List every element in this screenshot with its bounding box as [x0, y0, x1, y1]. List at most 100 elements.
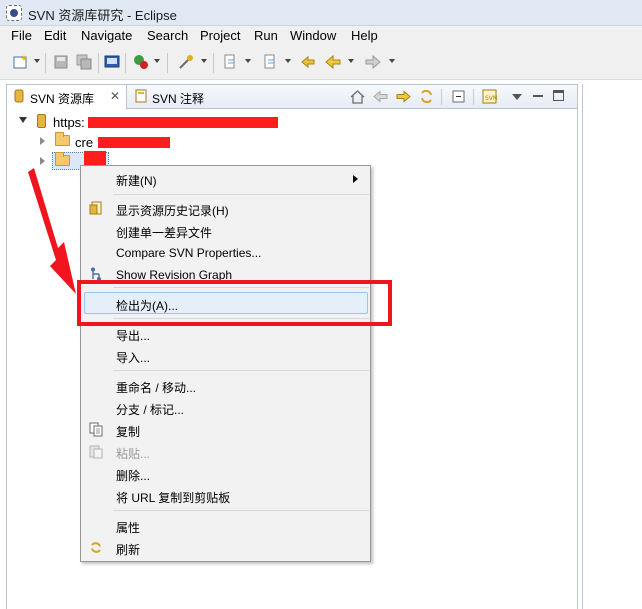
menu-item-label: 粘贴... [116, 447, 151, 461]
menu-item-rename-move[interactable]: 重命名 / 移动... [81, 375, 370, 397]
svn-repository-icon [37, 114, 46, 128]
new-icon[interactable] [13, 54, 29, 70]
refresh-icon[interactable] [419, 89, 434, 104]
forward-icon[interactable] [396, 89, 411, 104]
menu-item-copy[interactable]: 复制 [81, 419, 370, 441]
svn-annotate-icon [135, 89, 147, 103]
toolbar-separator [98, 53, 99, 73]
history-icon [89, 201, 102, 215]
view-toolbar-separator [473, 89, 474, 105]
back-dropdown-arrow-icon[interactable] [348, 59, 354, 63]
next-annotation-dropdown-arrow-icon[interactable] [245, 59, 251, 63]
menu-item-label: 创建单一差异文件 [116, 226, 213, 240]
external-tools-icon[interactable] [178, 54, 194, 70]
context-menu: 新建(N) 显示资源历史记录(H) 创建单一差异文件 Compare SVN P… [80, 165, 371, 562]
forward-icon[interactable] [365, 54, 381, 70]
view-toolbar-separator [441, 89, 442, 105]
annotation-highlight-box [77, 280, 392, 326]
redaction-mark [98, 137, 170, 148]
next-annotation-icon[interactable] [222, 54, 238, 70]
editor-area [582, 84, 642, 609]
submenu-arrow-icon [353, 175, 358, 183]
tree-item-repository-root[interactable]: https: [15, 112, 315, 132]
new-dropdown-arrow-icon[interactable] [34, 59, 40, 63]
menu-item-paste: 粘贴... [81, 441, 370, 463]
copy-icon [89, 422, 103, 437]
expand-toggle-icon[interactable] [40, 157, 45, 165]
minimize-icon[interactable] [533, 95, 543, 97]
menu-item-label: 导入... [116, 351, 151, 365]
menu-item-label: 分支 / 标记... [116, 403, 185, 417]
redaction-mark [88, 117, 278, 128]
tab-svn-annotate[interactable]: SVN 注释 [128, 85, 218, 109]
view-menu-icon[interactable] [512, 94, 522, 100]
back-icon[interactable] [373, 89, 388, 104]
debug-icon[interactable] [133, 54, 149, 70]
menu-edit[interactable]: Edit [44, 28, 66, 43]
tab-label: SVN 资源库 [30, 92, 95, 106]
menu-separator [113, 510, 369, 511]
menu-item-create-patch[interactable]: 创建单一差异文件 [81, 220, 370, 242]
save-all-icon[interactable] [76, 54, 92, 70]
last-edit-location-icon[interactable] [300, 54, 316, 70]
menu-item-label: 属性 [116, 521, 141, 535]
menu-item-label: 删除... [116, 469, 151, 483]
main-toolbar [0, 46, 642, 80]
menu-search[interactable]: Search [147, 28, 188, 43]
menu-item-copy-url[interactable]: 将 URL 复制到剪贴板 [81, 485, 370, 507]
save-icon[interactable] [53, 54, 69, 70]
back-icon[interactable] [325, 54, 341, 70]
menu-navigate[interactable]: Navigate [81, 28, 132, 43]
previous-annotation-dropdown-arrow-icon[interactable] [285, 59, 291, 63]
menu-run[interactable]: Run [254, 28, 278, 43]
tree-item-label: https: [53, 115, 85, 130]
tab-svn-repositories[interactable]: SVN 资源库 ✕ [7, 85, 127, 110]
menu-item-compare-svn-properties[interactable]: Compare SVN Properties... [81, 242, 370, 264]
menu-item-label: 显示资源历史记录(H) [116, 204, 229, 218]
title-bar: SVN 资源库研究 - Eclipse [0, 0, 642, 26]
eclipse-app-icon [6, 5, 22, 21]
menu-item-label: 刷新 [116, 543, 141, 557]
toolbar-separator [125, 53, 126, 73]
close-icon[interactable]: ✕ [110, 89, 120, 103]
menu-file[interactable]: File [11, 28, 32, 43]
menu-help[interactable]: Help [351, 28, 378, 43]
tree-item-label: cre [75, 135, 94, 150]
paste-icon [89, 445, 103, 459]
menu-item-label: 导出... [116, 329, 151, 343]
menu-item-export[interactable]: 导出... [81, 323, 370, 345]
debug-dropdown-arrow-icon[interactable] [154, 59, 160, 63]
menu-item-label: 复制 [116, 425, 141, 439]
external-tools-dropdown-arrow-icon[interactable] [201, 59, 207, 63]
menu-item-new[interactable]: 新建(N) [81, 168, 370, 190]
home-icon[interactable] [350, 89, 365, 104]
expand-toggle-icon[interactable] [19, 117, 27, 123]
expand-toggle-icon[interactable] [40, 137, 45, 145]
menu-item-branch-tag[interactable]: 分支 / 标记... [81, 397, 370, 419]
tab-label: SVN 注释 [152, 92, 205, 106]
menu-project[interactable]: Project [200, 28, 240, 43]
svn-repository-icon [14, 89, 24, 103]
window-title: SVN 资源库研究 - Eclipse [28, 8, 177, 23]
menu-window[interactable]: Window [290, 28, 336, 43]
menu-item-delete[interactable]: 删除... [81, 463, 370, 485]
toolbar-separator [45, 53, 46, 73]
folder-icon [55, 152, 70, 166]
collapse-all-icon[interactable] [451, 89, 466, 104]
menu-item-label: 重命名 / 移动... [116, 381, 197, 395]
menu-item-label: 将 URL 复制到剪贴板 [116, 491, 231, 505]
menu-item-import[interactable]: 导入... [81, 345, 370, 367]
menu-item-refresh[interactable]: 刷新 [81, 537, 370, 559]
menu-item-properties[interactable]: 属性 [81, 515, 370, 537]
tree-item-folder[interactable]: cre [15, 132, 315, 152]
toolbar-separator [167, 53, 168, 73]
previous-annotation-icon[interactable] [262, 54, 278, 70]
menu-item-label: 新建(N) [116, 174, 157, 188]
maximize-icon[interactable] [553, 90, 564, 101]
forward-dropdown-arrow-icon[interactable] [389, 59, 395, 63]
toolbar-separator [213, 53, 214, 73]
add-svn-repository-icon[interactable]: SVN [481, 88, 498, 105]
terminal-icon[interactable] [104, 54, 120, 70]
menu-item-show-history[interactable]: 显示资源历史记录(H) [81, 198, 370, 220]
menu-bar: File Edit Navigate Search Project Run Wi… [0, 26, 642, 46]
